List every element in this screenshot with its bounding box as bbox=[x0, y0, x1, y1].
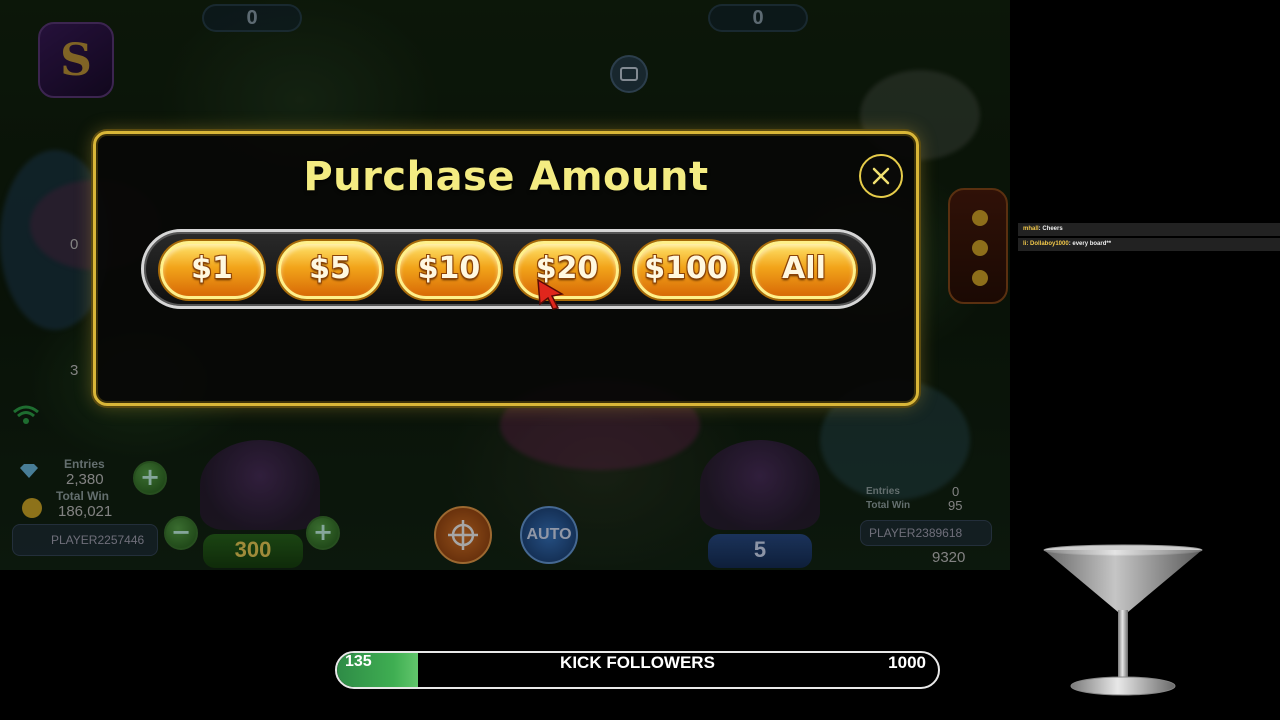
follower-goal-target: 1000 bbox=[888, 653, 926, 672]
amount-options: $1 $5 $10 $20 $100 All bbox=[141, 229, 876, 309]
amount-10-button[interactable]: $10 bbox=[397, 241, 501, 299]
chat-message: li: Dollaboy1000: every board** bbox=[1018, 238, 1280, 251]
close-icon bbox=[872, 167, 890, 185]
amount-5-button[interactable]: $5 bbox=[278, 241, 382, 299]
close-button[interactable] bbox=[859, 154, 903, 198]
amount-20-button[interactable]: $20 bbox=[515, 241, 619, 299]
chat-message: mhall: Cheers bbox=[1018, 223, 1280, 236]
follower-goal-label: KICK FOLLOWERS bbox=[560, 653, 715, 672]
amount-1-button[interactable]: $1 bbox=[160, 241, 264, 299]
amount-100-button[interactable]: $100 bbox=[634, 241, 738, 299]
martini-glass-icon bbox=[1043, 544, 1203, 696]
dialog-title: Purchase Amount bbox=[303, 154, 709, 200]
purchase-amount-dialog: Purchase Amount $1 $5 $10 $20 $100 All bbox=[93, 131, 919, 406]
amount-all-button[interactable]: All bbox=[752, 241, 856, 299]
follower-goal-bar: 135 KICK FOLLOWERS 1000 bbox=[335, 651, 940, 689]
game-screen: S 0 0 0 3 Entries 2,380 Total Win 186,02… bbox=[0, 0, 1010, 570]
